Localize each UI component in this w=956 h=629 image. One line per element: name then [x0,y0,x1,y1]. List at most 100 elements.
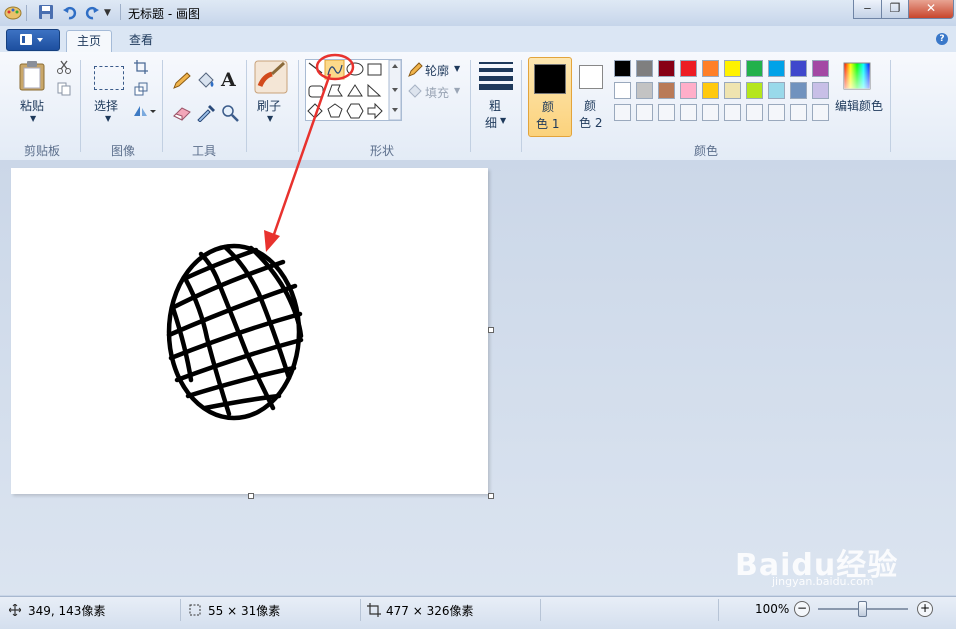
resize-handle-bottom[interactable] [248,493,254,499]
rotate-icon[interactable] [132,104,156,118]
outline-pencil-icon[interactable] [407,62,423,78]
zoom-in-button[interactable]: + [917,601,933,617]
palette-custom-slot[interactable] [724,104,741,121]
status-divider [360,599,361,621]
triangle-shape-icon[interactable] [347,84,363,97]
eraser-icon[interactable] [172,106,192,122]
edit-colors-label[interactable]: 编辑颜色 [835,97,883,114]
paste-icon[interactable] [18,60,48,92]
palette-color-swatch[interactable] [702,82,719,99]
palette-color-swatch[interactable] [746,60,763,77]
color1-label-line1: 颜 [542,100,555,114]
undo-icon[interactable] [62,4,78,20]
annotation-arrow [264,73,332,252]
color2-button[interactable]: 颜 色 2 [576,57,606,135]
color2-label-line1: 颜 [584,99,597,113]
palette-custom-slot[interactable] [680,104,697,121]
palette-color-swatch[interactable] [812,60,829,77]
line-width-icon[interactable] [479,62,513,90]
image-size-icon [367,603,381,617]
palette-custom-slot[interactable] [614,104,631,121]
magnifier-icon[interactable] [221,104,239,122]
right-triangle-shape-icon[interactable] [367,83,382,97]
canvas-workspace [0,160,956,595]
select-button-label[interactable]: 选择 [94,97,118,114]
palette-color-swatch[interactable] [636,60,653,77]
palette-color-swatch[interactable] [680,82,697,99]
palette-custom-slot[interactable] [702,104,719,121]
app-menu-button[interactable] [6,29,60,51]
zoom-out-button[interactable]: − [794,601,810,617]
tools-group-label: 工具 [192,144,217,158]
close-button[interactable]: ✕ [908,0,954,19]
resize-handle-right[interactable] [488,327,494,333]
color1-swatch [534,64,566,94]
cursor-position: 349, 143像素 [28,604,106,618]
palette-color-swatch[interactable] [614,60,631,77]
restore-button[interactable]: ❐ [881,0,909,19]
fill-bucket-icon[interactable] [196,72,216,90]
pencil-icon[interactable] [172,72,192,90]
palette-color-swatch[interactable] [768,60,785,77]
palette-color-swatch[interactable] [724,60,741,77]
customize-quick-access-icon[interactable]: ▼ [104,8,111,18]
outline-dropdown-icon[interactable]: ▼ [454,64,460,73]
window-title: 无标题 - 画图 [128,7,200,21]
palette-custom-slot[interactable] [658,104,675,121]
paste-dropdown-icon[interactable]: ▼ [30,114,36,123]
size-label-line2[interactable]: 细 [485,114,497,131]
paint-app-icon[interactable] [4,4,22,20]
outline-button-label[interactable]: 轮廓 [425,62,449,79]
rectangle-shape-icon[interactable] [367,63,382,76]
palette-color-swatch[interactable] [790,60,807,77]
palette-color-swatch[interactable] [790,82,807,99]
palette-color-swatch[interactable] [724,82,741,99]
size-dropdown-icon[interactable]: ▼ [500,116,506,125]
ribbon-divider [246,60,247,152]
save-icon[interactable] [38,4,54,20]
drawing-canvas[interactable] [11,168,488,494]
palette-color-swatch[interactable] [768,82,785,99]
redo-icon[interactable] [84,4,100,20]
tab-view[interactable]: 查看 [118,30,164,52]
size-label-line1[interactable]: 粗 [489,97,501,114]
fill-dropdown-icon: ▼ [454,86,461,95]
zoom-slider-thumb[interactable] [858,601,867,617]
edit-colors-icon[interactable] [843,62,871,90]
drawing-content [166,243,304,421]
palette-color-swatch[interactable] [658,60,675,77]
palette-color-swatch[interactable] [680,60,697,77]
right-arrow-shape-icon[interactable] [367,102,383,120]
paste-button-label[interactable]: 粘贴 [20,97,44,114]
help-icon[interactable]: ? [936,33,948,45]
select-dropdown-icon[interactable]: ▼ [105,114,111,123]
resize-handle-corner[interactable] [488,493,494,499]
tab-home[interactable]: 主页 [66,30,112,53]
minimize-button[interactable]: ‒ [853,0,882,19]
cut-icon[interactable] [57,60,71,74]
resize-icon[interactable] [134,82,148,96]
color-picker-icon[interactable] [196,104,216,122]
palette-custom-slot[interactable] [790,104,807,121]
palette-custom-slot[interactable] [812,104,829,121]
palette-color-swatch[interactable] [702,60,719,77]
clipboard-group-label: 剪贴板 [24,144,61,158]
crop-icon[interactable] [134,60,148,74]
fill-button-label: 填充 [425,86,450,100]
palette-color-swatch[interactable] [746,82,763,99]
hexagon-shape-icon[interactable] [346,103,364,119]
ribbon-home: 粘贴 ▼ 剪贴板 选择 ▼ 图像 A 工具 刷子 ▼ 轮廓 ▼ 填充 ▼ 形状 … [0,52,956,161]
palette-custom-slot[interactable] [746,104,763,121]
palette-custom-slot[interactable] [768,104,785,121]
color1-button[interactable]: 颜 色 1 [528,57,572,137]
cursor-position-icon [9,604,21,616]
text-tool-icon[interactable]: A [221,69,236,91]
palette-custom-slot[interactable] [636,104,653,121]
palette-color-swatch[interactable] [812,82,829,99]
palette-color-swatch[interactable] [614,82,631,99]
select-icon[interactable] [94,66,124,90]
copy-icon[interactable] [57,82,71,96]
status-divider [540,599,541,621]
palette-color-swatch[interactable] [636,82,653,99]
palette-color-swatch[interactable] [658,82,675,99]
